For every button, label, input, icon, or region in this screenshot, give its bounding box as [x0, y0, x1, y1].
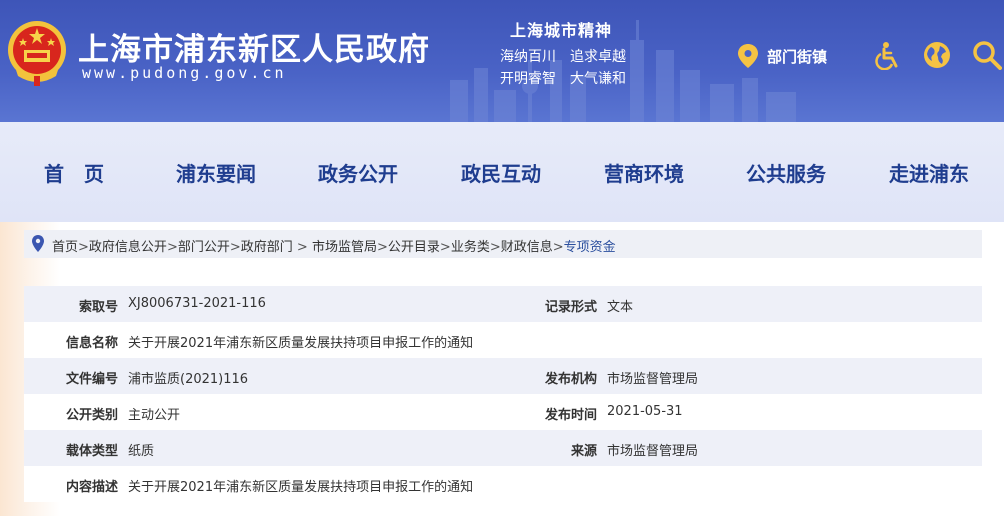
disclosure-category-label: 公开类别	[65, 408, 118, 423]
search-icon[interactable]	[972, 40, 1002, 70]
table-row: 索取号 XJ8006731-2021-116 记录形式 文本	[24, 286, 982, 322]
record-format-value: 文本	[607, 300, 634, 315]
breadcrumb-separator: >	[552, 240, 564, 255]
carrier-type-label: 载体类型	[65, 444, 118, 459]
table-row: 载体类型 纸质 来源 市场监督管理局	[24, 430, 982, 466]
disclosure-category-value: 主动公开	[128, 408, 181, 423]
info-name-value: 关于开展2021年浦东新区质量发展扶持项目申报工作的通知	[128, 336, 474, 351]
table-row: 内容描述 关于开展2021年浦东新区质量发展扶持项目申报工作的通知	[24, 466, 982, 502]
breadcrumb-public-catalog[interactable]: 公开目录	[388, 240, 440, 255]
issuing-agency-value: 市场监督管理局	[607, 372, 699, 387]
record-format-label: 记录形式	[544, 300, 597, 315]
location-pin-icon	[32, 235, 44, 252]
nav-item-government-affairs[interactable]: 政务公开	[318, 158, 398, 187]
nav-item-about-pudong[interactable]: 走进浦东	[889, 158, 969, 187]
breadcrumb-finance-info[interactable]: 财政信息	[501, 240, 553, 255]
breadcrumb-separator: >	[166, 240, 178, 255]
breadcrumb-gov-departments[interactable]: 政府部门	[241, 240, 293, 255]
breadcrumb-separator: >	[376, 240, 388, 255]
breadcrumb-trail: 首页>政府信息公开>部门公开>政府部门 > 市场监管局>公开目录>业务类>财政信…	[52, 236, 616, 255]
breadcrumb-home[interactable]: 首页	[52, 240, 78, 255]
breadcrumb-business-category[interactable]: 业务类	[451, 240, 490, 255]
source-label: 来源	[570, 444, 597, 459]
nav-item-public-interaction[interactable]: 政民互动	[461, 158, 541, 187]
city-spirit-title: 上海城市精神	[510, 21, 613, 40]
department-street-link[interactable]: 部门街镇	[767, 46, 827, 67]
nav-item-public-service[interactable]: 公共服务	[746, 158, 826, 187]
national-emblem-icon	[8, 21, 66, 86]
accessibility-icon[interactable]	[873, 40, 903, 70]
site-url[interactable]: www.pudong.gov.cn	[82, 64, 287, 82]
index-number-label: 索取号	[78, 300, 118, 315]
table-row: 文件编号 浦市监质(2021)116 发布机构 市场监督管理局	[24, 358, 982, 394]
issuing-agency-label: 发布机构	[544, 372, 597, 387]
table-row: 信息名称 关于开展2021年浦东新区质量发展扶持项目申报工作的通知	[24, 322, 982, 358]
breadcrumb-separator: >	[78, 240, 89, 255]
breadcrumb-separator: >	[439, 240, 451, 255]
table-row: 公开类别 主动公开 发布时间 2021-05-31	[24, 394, 982, 430]
content-description-value: 关于开展2021年浦东新区质量发展扶持项目申报工作的通知	[128, 480, 474, 495]
document-info-table: 索取号 XJ8006731-2021-116 记录形式 文本 信息名称 关于开展…	[24, 286, 982, 502]
nav-item-business-environment[interactable]: 营商环境	[604, 158, 684, 187]
breadcrumb-market-supervision[interactable]: 市场监管局	[312, 240, 377, 255]
content-description-label: 内容描述	[65, 480, 118, 495]
nav-item-home[interactable]: 首 页	[44, 158, 104, 187]
info-name-label: 信息名称	[65, 336, 118, 351]
breadcrumb-special-funds[interactable]: 专项资金	[564, 240, 616, 255]
site-header: 上海市浦东新区人民政府 www.pudong.gov.cn 上海城市精神 海纳百…	[0, 0, 1004, 122]
carrier-type-value: 纸质	[128, 444, 155, 459]
publish-date-label: 发布时间	[544, 408, 597, 423]
breadcrumb-separator: >	[296, 240, 308, 255]
location-pin-icon[interactable]	[738, 44, 758, 68]
index-number-value: XJ8006731-2021-116	[128, 296, 266, 311]
breadcrumb-separator: >	[229, 240, 241, 255]
city-spirit-line-2: 开明睿智 大气谦和	[500, 71, 626, 87]
document-number-label: 文件编号	[65, 372, 118, 387]
breadcrumb-dept-public[interactable]: 部门公开	[178, 240, 230, 255]
site-title[interactable]: 上海市浦东新区人民政府	[78, 24, 430, 69]
main-nav: 首 页 浦东要闻 政务公开 政民互动 营商环境 公共服务 走进浦东	[0, 122, 1004, 222]
city-spirit-line-1: 海纳百川 追求卓越	[500, 49, 626, 65]
nav-item-pudong-news[interactable]: 浦东要闻	[176, 158, 256, 187]
globe-icon[interactable]	[922, 40, 952, 70]
breadcrumb-gov-info[interactable]: 政府信息公开	[89, 240, 167, 255]
breadcrumb: 首页>政府信息公开>部门公开>政府部门 > 市场监管局>公开目录>业务类>财政信…	[24, 230, 982, 258]
publish-date-value: 2021-05-31	[607, 404, 683, 419]
breadcrumb-separator: >	[489, 240, 501, 255]
source-value: 市场监督管理局	[607, 444, 699, 459]
document-number-value: 浦市监质(2021)116	[128, 372, 249, 387]
